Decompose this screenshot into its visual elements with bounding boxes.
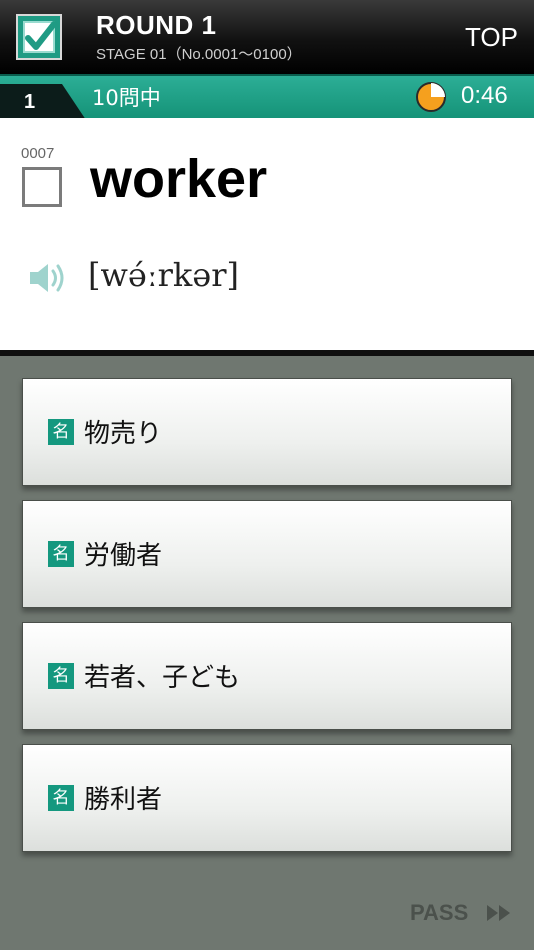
speaker-icon[interactable] [28, 260, 68, 296]
status-bar: 1 10問中 0:46 [0, 74, 534, 120]
word-text: worker [90, 149, 268, 209]
pass-button[interactable]: PASS [410, 900, 510, 926]
answer-text: 物売り [84, 419, 163, 449]
answer-button-2[interactable]: 名 労働者 [22, 500, 512, 608]
word-checkbox[interactable] [22, 167, 62, 207]
timer-pie-icon [416, 82, 446, 112]
header-bar: ROUND 1 STAGE 01（No.0001～0100） TOP [0, 0, 534, 74]
word-card: 0007 worker [wə́ːrkər] [0, 118, 534, 356]
checkbox-logo-icon [16, 14, 62, 60]
answer-text: 勝利者 [84, 785, 163, 815]
answer-text: 労働者 [84, 541, 163, 571]
question-number-tab: 1 [0, 84, 86, 120]
answer-button-4[interactable]: 名 勝利者 [22, 744, 512, 852]
part-of-speech-badge: 名 [48, 541, 74, 567]
double-arrow-right-icon [487, 905, 510, 921]
pronunciation: [wə́ːrkər] [88, 256, 239, 294]
top-button[interactable]: TOP [465, 22, 518, 53]
part-of-speech-badge: 名 [48, 663, 74, 689]
answer-button-3[interactable]: 名 若者、子ども [22, 622, 512, 730]
question-number: 1 [24, 91, 36, 113]
question-count: 10問中 [92, 86, 161, 110]
stage-label: STAGE 01（No.0001～0100） [96, 46, 302, 63]
part-of-speech-badge: 名 [48, 785, 74, 811]
part-of-speech-badge: 名 [48, 419, 74, 445]
answer-text: 若者、子ども [84, 663, 241, 693]
timer-text: 0:46 [461, 82, 508, 109]
pass-label: PASS [410, 900, 469, 925]
answer-button-1[interactable]: 名 物売り [22, 378, 512, 486]
round-title: ROUND 1 [96, 10, 217, 40]
word-id: 0007 [21, 145, 55, 162]
